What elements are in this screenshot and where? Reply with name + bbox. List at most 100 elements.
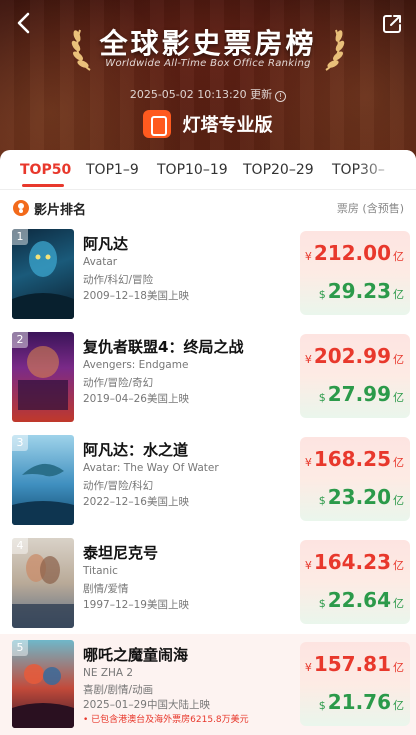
- usd-symbol: $: [318, 699, 326, 712]
- movie-release: 2009–12–18美国上映: [83, 290, 189, 302]
- movie-title: 复仇者联盟4：终局之战: [83, 338, 244, 356]
- usd-gross: $21.76 亿: [319, 690, 404, 714]
- rank-badge: 5: [12, 640, 28, 656]
- movie-title: 泰坦尼克号: [83, 544, 159, 562]
- usd-value: 23.20: [327, 485, 391, 509]
- rmb-gross: ¥168.25 亿: [305, 447, 404, 471]
- usd-gross: $23.20 亿: [319, 485, 404, 509]
- list-header: 影片排名 票房 (含预售): [0, 190, 416, 224]
- rmb-gross: ¥212.00 亿: [305, 241, 404, 265]
- usd-value: 29.23: [327, 279, 391, 303]
- overseas-note: • 已包含港澳台及海外票房6215.8万美元: [83, 715, 249, 725]
- poster-ne-zha-2: 5: [12, 640, 74, 728]
- poster-avatar: 1: [12, 229, 74, 319]
- rmb-value: 164.23: [313, 550, 391, 574]
- tab-bar: TOP50 TOP1–9 TOP10–19 TOP20–29 TOP30–: [0, 150, 416, 190]
- active-tab-indicator: [22, 184, 64, 187]
- movie-english-title: Avengers: Endgame: [83, 359, 189, 371]
- usd-value: 21.76: [327, 690, 391, 714]
- tab-top20-29[interactable]: TOP20–29: [243, 162, 314, 178]
- page-subtitle: Worldwide All-Time Box Office Ranking: [105, 58, 311, 69]
- movie-genre: 动作/科幻/冒险: [83, 274, 154, 286]
- rmb-value: 212.00: [313, 241, 391, 265]
- poster-avatar-way-of-water: 3: [12, 435, 74, 525]
- rmb-symbol: ¥: [304, 250, 312, 263]
- rank-badge: 3: [12, 435, 28, 451]
- brand: 灯塔专业版: [0, 110, 416, 138]
- rmb-gross: ¥164.23 亿: [305, 550, 404, 574]
- box-office-card: ¥164.23 亿 $22.64 亿: [300, 540, 410, 624]
- rmb-value: 157.81: [313, 652, 391, 676]
- rmb-value: 202.99: [313, 344, 391, 368]
- movie-row-1[interactable]: 1 阿凡达 Avatar 动作/科幻/冒险 2009–12–18美国上映 ¥21…: [0, 229, 416, 332]
- rmb-symbol: ¥: [304, 456, 312, 469]
- page-title: 全球影史票房榜: [99, 27, 317, 60]
- usd-gross: $22.64 亿: [319, 588, 404, 612]
- usd-unit: 亿: [393, 699, 404, 712]
- rank-badge: 1: [12, 229, 28, 245]
- movie-row-4[interactable]: 4 泰坦尼克号 Titanic 剧情/爱情 1997–12–19美国上映 ¥16…: [0, 538, 416, 641]
- film-icon: [13, 200, 29, 216]
- rank-badge: 4: [12, 538, 28, 554]
- movie-release: 1997–12–19美国上映: [83, 599, 189, 611]
- usd-gross: $27.99 亿: [319, 382, 404, 406]
- brand-logo-icon: [143, 110, 172, 138]
- movie-english-title: NE ZHA 2: [83, 667, 134, 679]
- list-header-label: 影片排名: [34, 203, 87, 218]
- info-icon[interactable]: !: [275, 91, 287, 102]
- tab-top10-19[interactable]: TOP10–19: [157, 162, 228, 178]
- movie-english-title: Titanic: [83, 565, 118, 577]
- brand-name: 灯塔专业版: [182, 115, 273, 136]
- movie-title: 哪吒之魔童闹海: [83, 646, 189, 664]
- usd-gross: $29.23 亿: [319, 279, 404, 303]
- usd-value: 22.64: [327, 588, 391, 612]
- update-time-text: 2025-05-02 10:13:20 更新: [129, 88, 273, 101]
- rmb-unit: 亿: [393, 456, 404, 469]
- usd-symbol: $: [318, 597, 326, 610]
- box-office-header: 票房 (含预售): [336, 202, 404, 215]
- usd-unit: 亿: [393, 288, 404, 301]
- poster-endgame: 2: [12, 332, 74, 422]
- box-office-card: ¥202.99 亿 $27.99 亿: [300, 334, 410, 418]
- tab-top50[interactable]: TOP50: [20, 162, 71, 178]
- usd-unit: 亿: [393, 597, 404, 610]
- poster-titanic: 4: [12, 538, 74, 628]
- usd-unit: 亿: [393, 494, 404, 507]
- rmb-gross: ¥202.99 亿: [305, 344, 404, 368]
- rmb-symbol: ¥: [304, 559, 312, 572]
- movie-genre: 动作/冒险/奇幻: [83, 377, 154, 389]
- rank-badge: 2: [12, 332, 28, 348]
- movie-genre: 喜剧/剧情/动画: [83, 684, 154, 696]
- usd-unit: 亿: [393, 391, 404, 404]
- movie-genre: 动作/冒险/科幻: [83, 480, 154, 492]
- rmb-unit: 亿: [393, 661, 404, 674]
- usd-symbol: $: [318, 391, 326, 404]
- movie-release: 2019–04–26美国上映: [83, 393, 189, 405]
- rmb-value: 168.25: [313, 447, 391, 471]
- tab-top1-9[interactable]: TOP1–9: [86, 162, 139, 178]
- usd-symbol: $: [318, 288, 326, 301]
- movie-release: 2022–12–16美国上映: [83, 496, 189, 508]
- movie-row-2[interactable]: 2 复仇者联盟4：终局之战 Avengers: Endgame 动作/冒险/奇幻…: [0, 332, 416, 435]
- header-banner: 全球影史票房榜 Worldwide All-Time Box Office Ra…: [0, 0, 416, 160]
- movie-release: 2025–01–29中国大陆上映: [83, 699, 210, 711]
- rmb-symbol: ¥: [304, 661, 312, 674]
- box-office-card: ¥168.25 亿 $23.20 亿: [300, 437, 410, 521]
- usd-value: 27.99: [327, 382, 391, 406]
- tab-fade: [356, 150, 416, 189]
- rmb-unit: 亿: [393, 559, 404, 572]
- movie-title: 阿凡达: [83, 235, 129, 253]
- movie-row-3[interactable]: 3 阿凡达：水之道 Avatar: The Way Of Water 动作/冒险…: [0, 435, 416, 538]
- update-time: 2025-05-02 10:13:20 更新!: [0, 86, 416, 102]
- title-wrap: 全球影史票房榜: [0, 22, 416, 62]
- ranking-panel: TOP50 TOP1–9 TOP10–19 TOP20–29 TOP30– 影片…: [0, 150, 416, 735]
- movie-row-5[interactable]: 5 哪吒之魔童闹海 NE ZHA 2 喜剧/剧情/动画 2025–01–29中国…: [0, 634, 416, 735]
- usd-symbol: $: [318, 494, 326, 507]
- movie-title: 阿凡达：水之道: [83, 441, 189, 459]
- movie-english-title: Avatar: The Way Of Water: [83, 462, 219, 474]
- rmb-unit: 亿: [393, 250, 404, 263]
- rmb-gross: ¥157.81 亿: [305, 652, 404, 676]
- movie-genre: 剧情/爱情: [83, 583, 129, 595]
- movie-english-title: Avatar: [83, 256, 118, 268]
- box-office-card: ¥212.00 亿 $29.23 亿: [300, 231, 410, 315]
